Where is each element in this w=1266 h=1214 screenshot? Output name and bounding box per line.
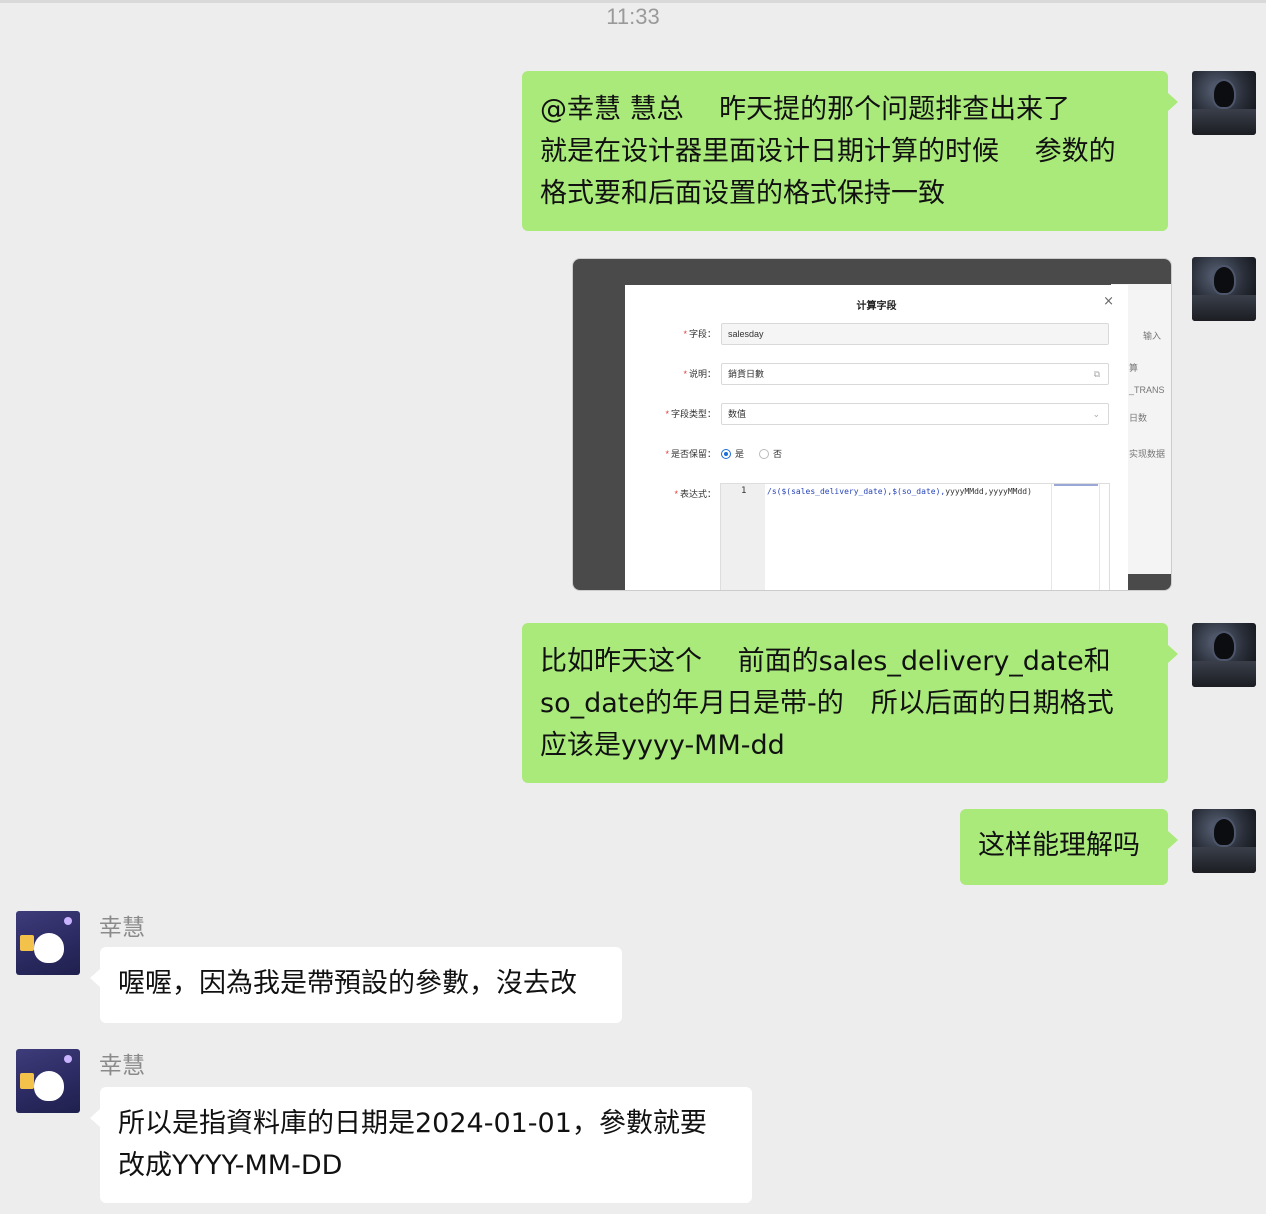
- my-avatar[interactable]: [1192, 809, 1256, 873]
- chat-bubble-outgoing[interactable]: 这样能理解吗: [960, 809, 1178, 885]
- radio-yes[interactable]: 是: [721, 447, 744, 460]
- field-name-input[interactable]: salesday: [721, 323, 1109, 345]
- message-line: 改成YYYY-MM-DD: [118, 1150, 343, 1181]
- beer-mug-icon: [20, 1073, 34, 1089]
- field-row-name: * 字段： salesday: [625, 323, 1128, 345]
- contact-avatar[interactable]: [16, 1049, 80, 1113]
- chevron-down-icon: ⌄: [1092, 409, 1100, 419]
- sender-name: 幸慧: [99, 915, 145, 941]
- chat-bubble-incoming[interactable]: 所以是指資料庫的日期是2024-01-01，參數就要 改成YYYY-MM-DD: [90, 1087, 752, 1203]
- sender-name: 幸慧: [99, 1053, 145, 1079]
- editor-gutter: [721, 484, 765, 590]
- editor-scrollbar[interactable]: [1099, 484, 1109, 590]
- my-avatar[interactable]: [1192, 71, 1256, 135]
- beer-mug-icon: [20, 935, 34, 951]
- message-line: 所以是指資料庫的日期是2024-01-01，參數就要: [118, 1108, 707, 1139]
- cat-icon: [34, 933, 64, 963]
- background-text: 实现数据: [1129, 449, 1166, 459]
- expression-editor[interactable]: 1 /s($(sales_delivery_date),$(so_date),y…: [720, 483, 1110, 590]
- close-icon[interactable]: ×: [1103, 294, 1114, 309]
- message-line: @幸慧 慧总 昨天提的那个问题排查出来了: [540, 94, 1071, 125]
- contact-avatar[interactable]: [16, 911, 80, 975]
- radio-no[interactable]: 否: [759, 447, 782, 460]
- desc-input[interactable]: 銷貨日數 ⧉: [721, 363, 1109, 385]
- background-text: 日数: [1129, 413, 1148, 423]
- background-text: 算: [1129, 363, 1139, 373]
- background-text: _TRANS: [1129, 385, 1165, 395]
- image-message[interactable]: 输入 算 _TRANS 日数 实现数据 计算字段 × * 字段： salesday…: [572, 258, 1172, 591]
- cat-icon: [34, 1071, 64, 1101]
- message-line: 比如昨天这个 前面的sales_delivery_date和: [540, 646, 1111, 677]
- field-row-type: * 字段类型： 数值 ⌄: [625, 403, 1128, 425]
- message-text: 这样能理解吗: [978, 830, 1140, 861]
- background-text: 输入: [1143, 331, 1162, 341]
- top-divider: [0, 0, 1266, 3]
- radio-checked-icon: [721, 449, 731, 459]
- translate-icon[interactable]: ⧉: [1094, 364, 1100, 384]
- type-select[interactable]: 数值 ⌄: [721, 403, 1109, 425]
- dot-icon: [64, 1055, 72, 1063]
- desc-label: * 说明：: [683, 369, 716, 379]
- my-avatar[interactable]: [1192, 257, 1256, 321]
- radio-unchecked-icon: [759, 449, 769, 459]
- chat-bubble-incoming[interactable]: 喔喔，因為我是帶預設的參數，沒去改: [90, 947, 622, 1023]
- my-avatar[interactable]: [1192, 623, 1256, 687]
- chat-bubble-outgoing[interactable]: 比如昨天这个 前面的sales_delivery_date和 so_date的年…: [522, 623, 1178, 783]
- message-timestamp: 11:33: [606, 4, 660, 29]
- dot-icon: [64, 917, 72, 925]
- message-line: 应该是yyyy-MM-dd: [540, 730, 785, 761]
- message-line: 格式要和后面设置的格式保持一致: [540, 178, 945, 209]
- line-number: 1: [741, 486, 747, 496]
- keep-label: * 是否保留：: [665, 449, 716, 459]
- chat-bubble-outgoing[interactable]: @幸慧 慧总 昨天提的那个问题排查出来了 就是在设计器里面设计日期计算的时候 参…: [522, 71, 1178, 231]
- expr-label: * 表达式：: [674, 489, 716, 499]
- type-label: * 字段类型：: [665, 409, 716, 419]
- message-text: 喔喔，因為我是帶預設的參數，沒去改: [118, 968, 577, 999]
- code-line: /s($(sales_delivery_date),$(so_date),yyy…: [767, 487, 1032, 496]
- calc-field-dialog: 计算字段 × * 字段： salesday * 说明： 銷貨日數 ⧉ * 字段类型： 数…: [625, 285, 1128, 590]
- field-row-keep: * 是否保留： 是 否: [625, 443, 1128, 465]
- field-label: * 字段：: [683, 329, 716, 339]
- dialog-title: 计算字段: [856, 301, 897, 312]
- message-line: 就是在设计器里面设计日期计算的时候 参数的: [540, 136, 1116, 167]
- message-line: so_date的年月日是带-的 所以后面的日期格式: [540, 688, 1114, 719]
- field-row-desc: * 说明： 銷貨日數 ⧉: [625, 363, 1128, 385]
